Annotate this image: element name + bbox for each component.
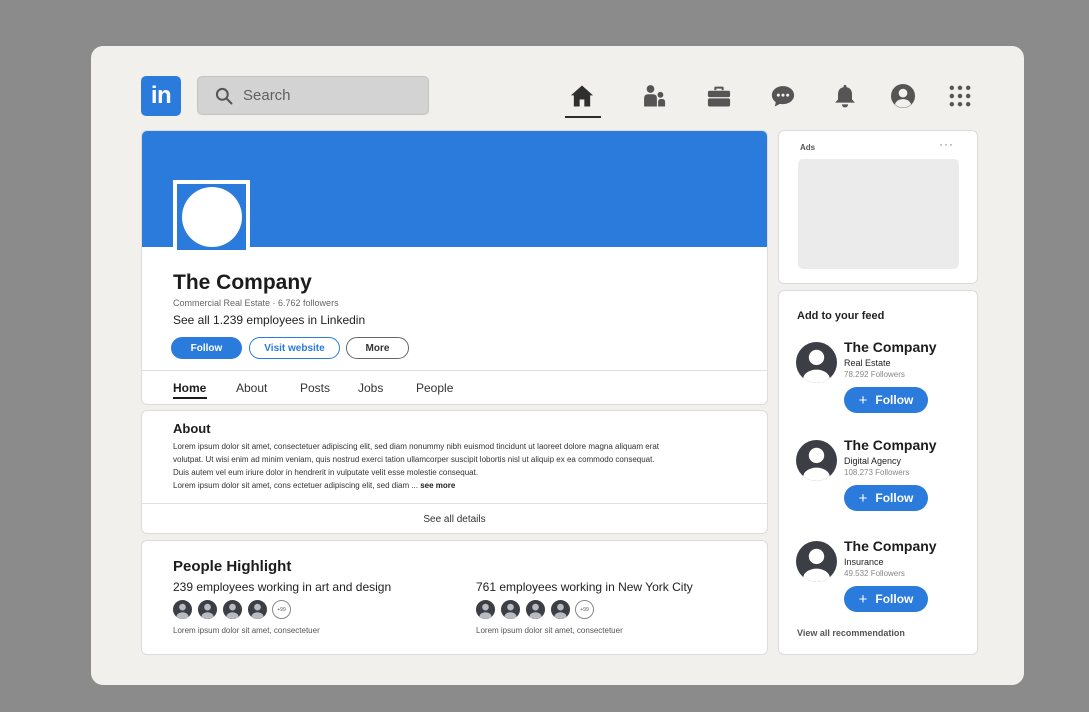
tab-people[interactable]: People	[416, 381, 453, 395]
about-divider	[142, 503, 767, 504]
person-avatar	[222, 599, 243, 620]
about-line-last: Lorem ipsum dolor sit amet, cons ectetue…	[173, 479, 733, 492]
about-line: volutpat. Ut wisi enim ad minim veniam, …	[173, 455, 655, 464]
person-avatar	[197, 599, 218, 620]
feed-title: Add to your feed	[797, 310, 885, 322]
people-group-caption: Lorem ipsum dolor sit amet, consectetuer	[173, 626, 320, 635]
notifications-icon	[835, 84, 855, 108]
recommendation-followers: 108.273 Followers	[844, 468, 910, 477]
company-logo-placeholder	[181, 187, 242, 247]
search-input[interactable]	[243, 87, 423, 104]
follow-label: Follow	[875, 393, 914, 407]
more-people-badge[interactable]: +99	[575, 600, 594, 619]
recommendation-name[interactable]: The Company	[844, 339, 937, 355]
home-icon	[570, 85, 594, 107]
follow-label: Follow	[875, 491, 914, 505]
recommendation-name[interactable]: The Company	[844, 538, 937, 554]
tab-about[interactable]: About	[236, 381, 267, 395]
recommendation-industry: Real Estate	[844, 358, 891, 368]
people-group-title: 239 employees working in art and design	[173, 580, 392, 594]
company-name: The Company	[173, 271, 312, 294]
nav-my-network[interactable]	[637, 80, 671, 112]
search-icon	[215, 87, 233, 104]
person-avatar	[500, 599, 521, 620]
people-avatar-row[interactable]: +99	[172, 599, 291, 620]
nav-notifications[interactable]	[828, 80, 862, 112]
follow-button[interactable]: + Follow	[844, 485, 928, 511]
person-avatar	[247, 599, 268, 620]
recommendation-item: The Company Digital Agency 108.273 Follo…	[796, 437, 966, 517]
nav-profile[interactable]	[886, 80, 920, 112]
company-meta: Commercial Real Estate · 6.762 followers	[173, 298, 339, 308]
more-people-badge[interactable]: +99	[272, 600, 291, 619]
nav-active-indicator	[565, 116, 601, 118]
person-avatar	[475, 599, 496, 620]
ads-card: Ads ···	[778, 130, 978, 284]
company-avatar[interactable]	[796, 541, 837, 582]
about-card: About Lorem ipsum dolor sit amet, consec…	[141, 410, 768, 534]
ads-label: Ads	[800, 143, 816, 152]
messaging-icon	[771, 86, 795, 107]
plus-icon: +	[858, 590, 868, 608]
company-logo[interactable]	[173, 180, 250, 254]
plus-icon: +	[858, 391, 868, 409]
people-avatar-row[interactable]: +99	[475, 599, 594, 620]
employees-link[interactable]: See all 1.239 employees in Linkedin	[173, 313, 365, 327]
follow-button[interactable]: Follow	[171, 337, 242, 359]
follow-label: Follow	[875, 592, 914, 606]
recommendation-followers: 78.292 Followers	[844, 370, 905, 379]
nav-apps[interactable]	[943, 80, 977, 112]
people-highlight-card: People Highlight 239 employees working i…	[141, 540, 768, 655]
search-bar[interactable]	[197, 76, 429, 115]
person-avatar	[550, 599, 571, 620]
nav-messaging[interactable]	[766, 80, 800, 112]
ads-menu-icon[interactable]: ···	[939, 137, 954, 151]
tab-posts[interactable]: Posts	[300, 381, 330, 395]
people-group-title: 761 employees working in New York City	[476, 580, 693, 594]
tab-home[interactable]: Home	[173, 381, 206, 395]
add-to-feed-card: Add to your feed The Company Real Estate…	[778, 290, 978, 655]
see-more-link[interactable]: see more	[420, 481, 455, 490]
company-avatar[interactable]	[796, 440, 837, 481]
apps-grid-icon	[949, 85, 971, 107]
tab-jobs[interactable]: Jobs	[358, 381, 383, 395]
more-button[interactable]: More	[346, 337, 409, 359]
linkedin-logo[interactable]: in	[141, 76, 181, 116]
about-line: Lorem ipsum dolor sit amet, consectetuer…	[173, 442, 660, 451]
recommendation-industry: Insurance	[844, 557, 884, 567]
person-avatar	[525, 599, 546, 620]
person-avatar	[172, 599, 193, 620]
nav-home[interactable]	[565, 80, 599, 112]
recommendation-item: The Company Real Estate 78.292 Followers…	[796, 339, 966, 419]
recommendation-industry: Digital Agency	[844, 456, 902, 466]
jobs-icon	[707, 86, 731, 107]
follow-button[interactable]: + Follow	[844, 586, 928, 612]
profile-icon	[890, 83, 916, 109]
tabs-divider	[142, 370, 767, 371]
recommendation-followers: 49.532 Followers	[844, 569, 905, 578]
see-all-details-link[interactable]: See all details	[142, 514, 767, 525]
about-line: Duis autem vel eum iriure dolor in hendr…	[173, 468, 479, 477]
ad-placeholder[interactable]	[798, 159, 959, 269]
plus-icon: +	[858, 489, 868, 507]
recommendation-item: The Company Insurance 49.532 Followers +…	[796, 538, 966, 618]
about-title: About	[173, 421, 211, 436]
visit-website-button[interactable]: Visit website	[249, 337, 340, 359]
company-profile-card: The Company Commercial Real Estate · 6.7…	[141, 130, 768, 405]
company-avatar[interactable]	[796, 342, 837, 383]
people-group-caption: Lorem ipsum dolor sit amet, consectetuer	[476, 626, 623, 635]
people-highlight-title: People Highlight	[173, 558, 292, 575]
view-all-recommendations-link[interactable]: View all recommendation	[797, 628, 905, 638]
app-window: in The Company Commercial Real Estate · …	[91, 46, 1024, 685]
recommendation-name[interactable]: The Company	[844, 437, 937, 453]
nav-jobs[interactable]	[702, 80, 736, 112]
tab-active-indicator	[173, 397, 207, 399]
my-network-icon	[644, 85, 666, 107]
about-description: Lorem ipsum dolor sit amet, consectetuer…	[173, 440, 733, 492]
follow-button[interactable]: + Follow	[844, 387, 928, 413]
about-line: Lorem ipsum dolor sit amet, cons ectetue…	[173, 481, 418, 490]
